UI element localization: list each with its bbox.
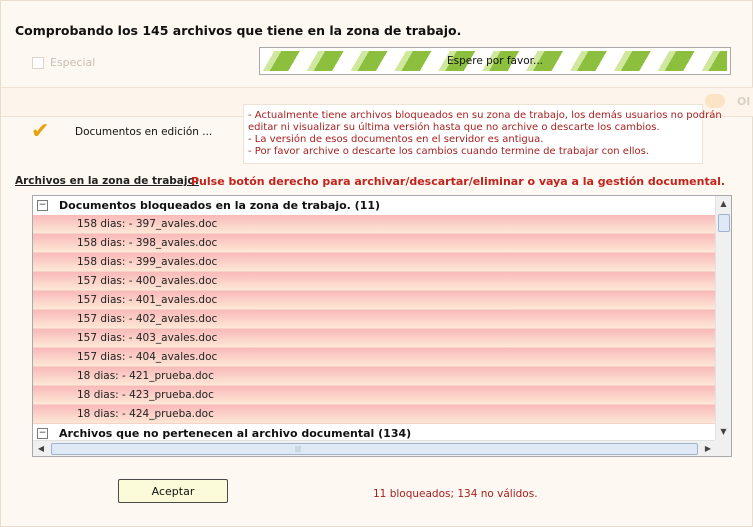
tree-row[interactable]: 157 dias: - 400_avales.doc xyxy=(33,272,716,291)
scroll-left-icon[interactable]: ◀ xyxy=(33,441,49,456)
row-label: 157 dias: - 401_avales.doc xyxy=(77,294,218,306)
orange-pill-icon xyxy=(705,94,725,108)
scroll-right-icon[interactable]: ▶ xyxy=(700,441,716,456)
warning-tooltip: - Actualmente tiene archivos bloqueados … xyxy=(243,104,722,164)
faded-label: Ol xyxy=(737,95,751,108)
horizontal-scroll-thumb[interactable]: ||| xyxy=(51,443,698,455)
horizontal-scrollbar[interactable]: ◀ ||| ▶ xyxy=(33,440,716,456)
progress-label: Espere por favor... xyxy=(447,55,543,67)
tree-row[interactable]: 157 dias: - 401_avales.doc xyxy=(33,291,716,310)
scroll-down-icon[interactable]: ▼ xyxy=(716,424,731,440)
row-label: 158 dias: - 399_avales.doc xyxy=(77,256,218,268)
tree-row[interactable]: 18 dias: - 423_prueba.doc xyxy=(33,386,716,405)
files-tree[interactable]: − Documentos bloqueados en la zona de tr… xyxy=(32,195,732,457)
right-click-hint: Pulse botón derecho para archivar/descar… xyxy=(191,175,726,188)
tree-row[interactable]: 18 dias: - 421_prueba.doc xyxy=(33,367,716,386)
workspace-files-label: Archivos en la zona de trabajo: xyxy=(15,175,199,187)
especial-option: Especial xyxy=(32,56,95,69)
accept-button[interactable]: Aceptar xyxy=(118,479,228,503)
vertical-scrollbar[interactable]: ▲ ▼ xyxy=(715,196,731,440)
docs-in-edit-label: Documentos en edición ... xyxy=(75,126,213,138)
row-label: 157 dias: - 404_avales.doc xyxy=(77,351,218,363)
dialog-title: Comprobando los 145 archivos que tiene e… xyxy=(15,23,462,38)
group-label: Documentos bloqueados en la zona de trab… xyxy=(59,199,381,212)
warning-line: - Por favor archive o descarte los cambi… xyxy=(248,146,650,157)
tree-row[interactable]: 158 dias: - 398_avales.doc xyxy=(33,234,716,253)
vertical-scroll-thumb[interactable] xyxy=(718,214,730,232)
especial-checkbox xyxy=(32,56,44,69)
progress-bar: Espere por favor... xyxy=(259,47,731,75)
tree-row[interactable]: 157 dias: - 404_avales.doc xyxy=(33,348,716,367)
grip-icon: ||| xyxy=(295,446,302,453)
row-label: 18 dias: - 424_prueba.doc xyxy=(77,408,214,420)
row-label: 158 dias: - 397_avales.doc xyxy=(77,218,218,230)
collapse-icon[interactable]: − xyxy=(37,200,48,211)
row-label: 157 dias: - 400_avales.doc xyxy=(77,275,218,287)
checkmark-icon: ✔ xyxy=(31,119,50,144)
tree-row[interactable]: 158 dias: - 399_avales.doc xyxy=(33,253,716,272)
row-label: 18 dias: - 423_prueba.doc xyxy=(77,389,214,401)
scroll-up-icon[interactable]: ▲ xyxy=(716,196,731,212)
warning-line: - La versión de esos documentos en el se… xyxy=(248,134,544,145)
group-label: Archivos que no pertenecen al archivo do… xyxy=(59,427,412,440)
scrollbar-corner xyxy=(715,440,731,456)
row-label: 157 dias: - 403_avales.doc xyxy=(77,332,218,344)
collapse-icon[interactable]: − xyxy=(37,428,48,439)
tree-row[interactable]: 157 dias: - 403_avales.doc xyxy=(33,329,716,348)
tree-row[interactable]: 157 dias: - 402_avales.doc xyxy=(33,310,716,329)
row-label: 157 dias: - 402_avales.doc xyxy=(77,313,218,325)
tree-row[interactable]: 158 dias: - 397_avales.doc xyxy=(33,215,716,234)
dialog-window: Comprobando los 145 archivos que tiene e… xyxy=(0,0,753,527)
warning-line: - Actualmente tiene archivos bloqueados … xyxy=(248,110,722,121)
especial-label: Especial xyxy=(50,56,96,69)
tree-row[interactable]: 18 dias: - 424_prueba.doc xyxy=(33,405,716,424)
status-summary: 11 bloqueados; 134 no válidos. xyxy=(373,488,538,500)
group-locked-docs[interactable]: − Documentos bloqueados en la zona de tr… xyxy=(33,196,716,215)
row-label: 18 dias: - 421_prueba.doc xyxy=(77,370,214,382)
warning-line: editar ni visualizar su última versión h… xyxy=(248,122,660,133)
row-label: 158 dias: - 398_avales.doc xyxy=(77,237,218,249)
